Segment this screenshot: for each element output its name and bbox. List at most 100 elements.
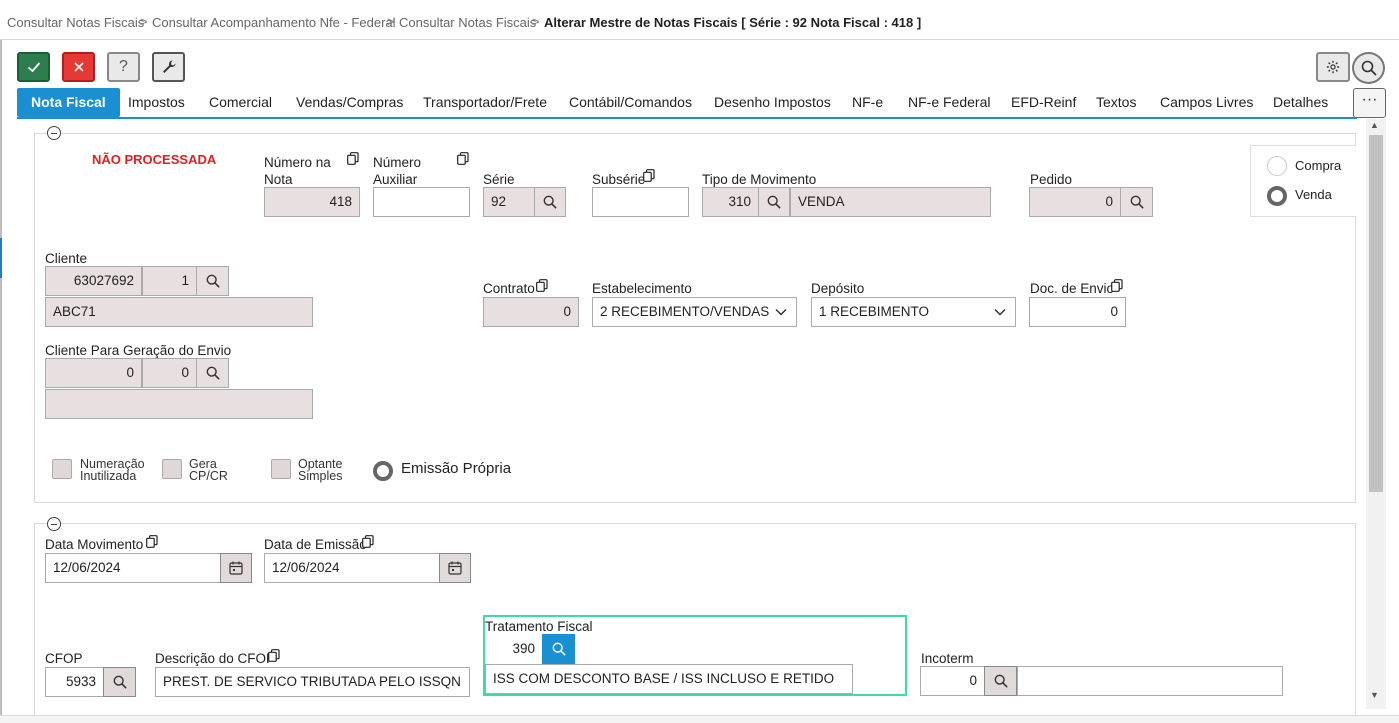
descricao-cfop-input[interactable]: PREST. DE SERVICO TRIBUTADA PELO ISSQN [155,667,470,697]
cfop-input[interactable]: 5933 [45,667,104,697]
cliente-search-button[interactable] [196,266,229,296]
incoterm-search-button[interactable] [984,666,1017,696]
calendar-icon [229,561,243,575]
cliente-seq-field[interactable]: 1 [142,266,197,296]
data-movimento-label: Data Movimento [45,537,144,552]
breadcrumb-item-consultar-notas[interactable]: Consultar Notas Fiscais [7,15,144,30]
tab-campos-livres[interactable]: Campos Livres [1160,88,1253,117]
deposito-value: 1 RECEBIMENTO [819,304,930,319]
tab-underline [17,117,1357,119]
copy-icon[interactable] [362,535,374,548]
status-label: NÃO PROCESSADA [92,152,217,167]
radio-compra-label: Compra [1295,158,1342,173]
scroll-down-icon[interactable]: ▼ [1370,690,1379,700]
breadcrumb-current: Alterar Mestre de Notas Fiscais [ Série … [544,15,922,30]
more-tabs-button[interactable]: ··· [1353,88,1386,118]
subserie-label: Subsérie [592,172,646,187]
data-emissao-calendar-button[interactable] [439,553,471,583]
copy-icon[interactable] [347,152,359,165]
serie-field[interactable]: 92 [483,187,535,217]
cliente-envio-code-field[interactable]: 0 [45,358,142,388]
subserie-input[interactable] [592,187,689,217]
search-icon [543,195,557,209]
estabelecimento-select[interactable]: 2 RECEBIMENTO/VENDAS [592,297,797,327]
serie-label: Série [483,172,515,187]
radio-venda[interactable] [1267,186,1287,206]
cliente-envio-seq-field[interactable]: 0 [142,358,197,388]
scroll-up-icon[interactable]: ▲ [1370,120,1379,130]
incoterm-code-input[interactable]: 0 [920,666,985,696]
help-button[interactable]: ? [107,52,140,82]
checkbox-gera-cp-cr[interactable] [162,459,182,479]
search-icon [1130,195,1144,209]
tools-button[interactable] [152,52,185,82]
collapse-section-1-icon[interactable] [47,126,61,140]
tab-transportador-frete[interactable]: Transportador/Frete [423,88,547,117]
settings-button[interactable] [1316,52,1350,82]
radio-compra[interactable] [1267,156,1287,176]
copy-icon[interactable] [1111,279,1123,292]
copy-icon[interactable] [146,535,158,548]
tratamento-fiscal-description: ISS COM DESCONTO BASE / ISS INCLUSO E RE… [485,664,853,694]
tab-nota-fiscal[interactable]: Nota Fiscal [17,88,120,117]
tipo-movimento-description: VENDA [790,187,991,217]
doc-envio-input[interactable]: 0 [1029,297,1126,327]
tab-textos[interactable]: Textos [1096,88,1136,117]
cliente-envio-search-button[interactable] [196,358,229,388]
doc-envio-label: Doc. de Envio [1030,281,1115,296]
contrato-label: Contrato [483,281,535,296]
tratamento-fiscal-search-button[interactable] [542,634,575,664]
serie-search-button[interactable] [534,187,566,217]
breadcrumb-separator: > [532,14,540,29]
tab-efd-reinf[interactable]: EFD-Reinf [1011,88,1076,117]
cliente-name-field: ABC71 [45,297,313,327]
tab-detalhes[interactable]: Detalhes [1273,88,1328,117]
search-icon [994,674,1008,688]
scrollbar-thumb[interactable] [1369,135,1383,492]
check-icon [27,62,40,73]
deposito-select[interactable]: 1 RECEBIMENTO [811,297,1016,327]
tab-contabil-comandos[interactable]: Contábil/Comandos [569,88,692,117]
left-edge-marker [0,238,2,278]
pedido-field[interactable]: 0 [1029,187,1121,217]
tab-nfe-federal[interactable]: NF-e Federal [908,88,990,117]
search-icon [552,642,566,656]
tab-desenho-impostos[interactable]: Desenho Impostos [714,88,831,117]
numero-nota-field[interactable]: 418 [264,187,360,217]
cancel-button[interactable] [62,52,95,82]
breadcrumb-item-acompanhamento[interactable]: Consultar Acompanhamento Nfe - Federal [152,15,396,30]
contrato-field[interactable]: 0 [483,297,579,327]
tab-impostos[interactable]: Impostos [128,88,185,117]
checkbox-numeracao-inutilizada[interactable] [52,459,72,479]
data-emissao-input[interactable]: 12/06/2024 [264,553,441,583]
copy-icon[interactable] [643,169,655,182]
tratamento-fiscal-code-input[interactable]: 390 [486,634,543,664]
bottom-bar [0,715,1399,723]
tab-comercial[interactable]: Comercial [209,88,272,117]
global-search-button[interactable] [1352,52,1385,84]
wrench-icon [162,60,175,73]
calendar-icon [448,561,462,575]
pedido-search-button[interactable] [1120,187,1153,217]
cliente-code-field[interactable]: 63027692 [45,266,142,296]
data-movimento-calendar-button[interactable] [220,553,252,583]
close-icon [73,62,84,72]
numero-auxiliar-input[interactable] [373,187,470,217]
copy-icon[interactable] [536,279,548,292]
copy-icon[interactable] [457,152,469,165]
radio-emissao-propria[interactable] [373,461,393,481]
breadcrumb-item-consultar-notas-2[interactable]: Consultar Notas Fiscais [399,15,536,30]
collapse-section-2-icon[interactable] [47,517,61,531]
tipo-movimento-code-field[interactable]: 310 [702,187,759,217]
checkbox-optante-simples[interactable] [271,459,291,479]
tipo-movimento-search-button[interactable] [758,187,790,217]
deposito-label: Depósito [811,281,865,296]
checkbox-gera-label-2: CP/CR [189,469,228,483]
tab-vendas-compras[interactable]: Vendas/Compras [296,88,403,117]
data-movimento-input[interactable]: 12/06/2024 [45,553,222,583]
copy-icon[interactable] [268,649,280,662]
help-icon: ? [119,58,128,75]
confirm-button[interactable] [17,52,50,82]
tab-nfe[interactable]: NF-e [852,88,883,117]
cfop-search-button[interactable] [103,667,136,697]
